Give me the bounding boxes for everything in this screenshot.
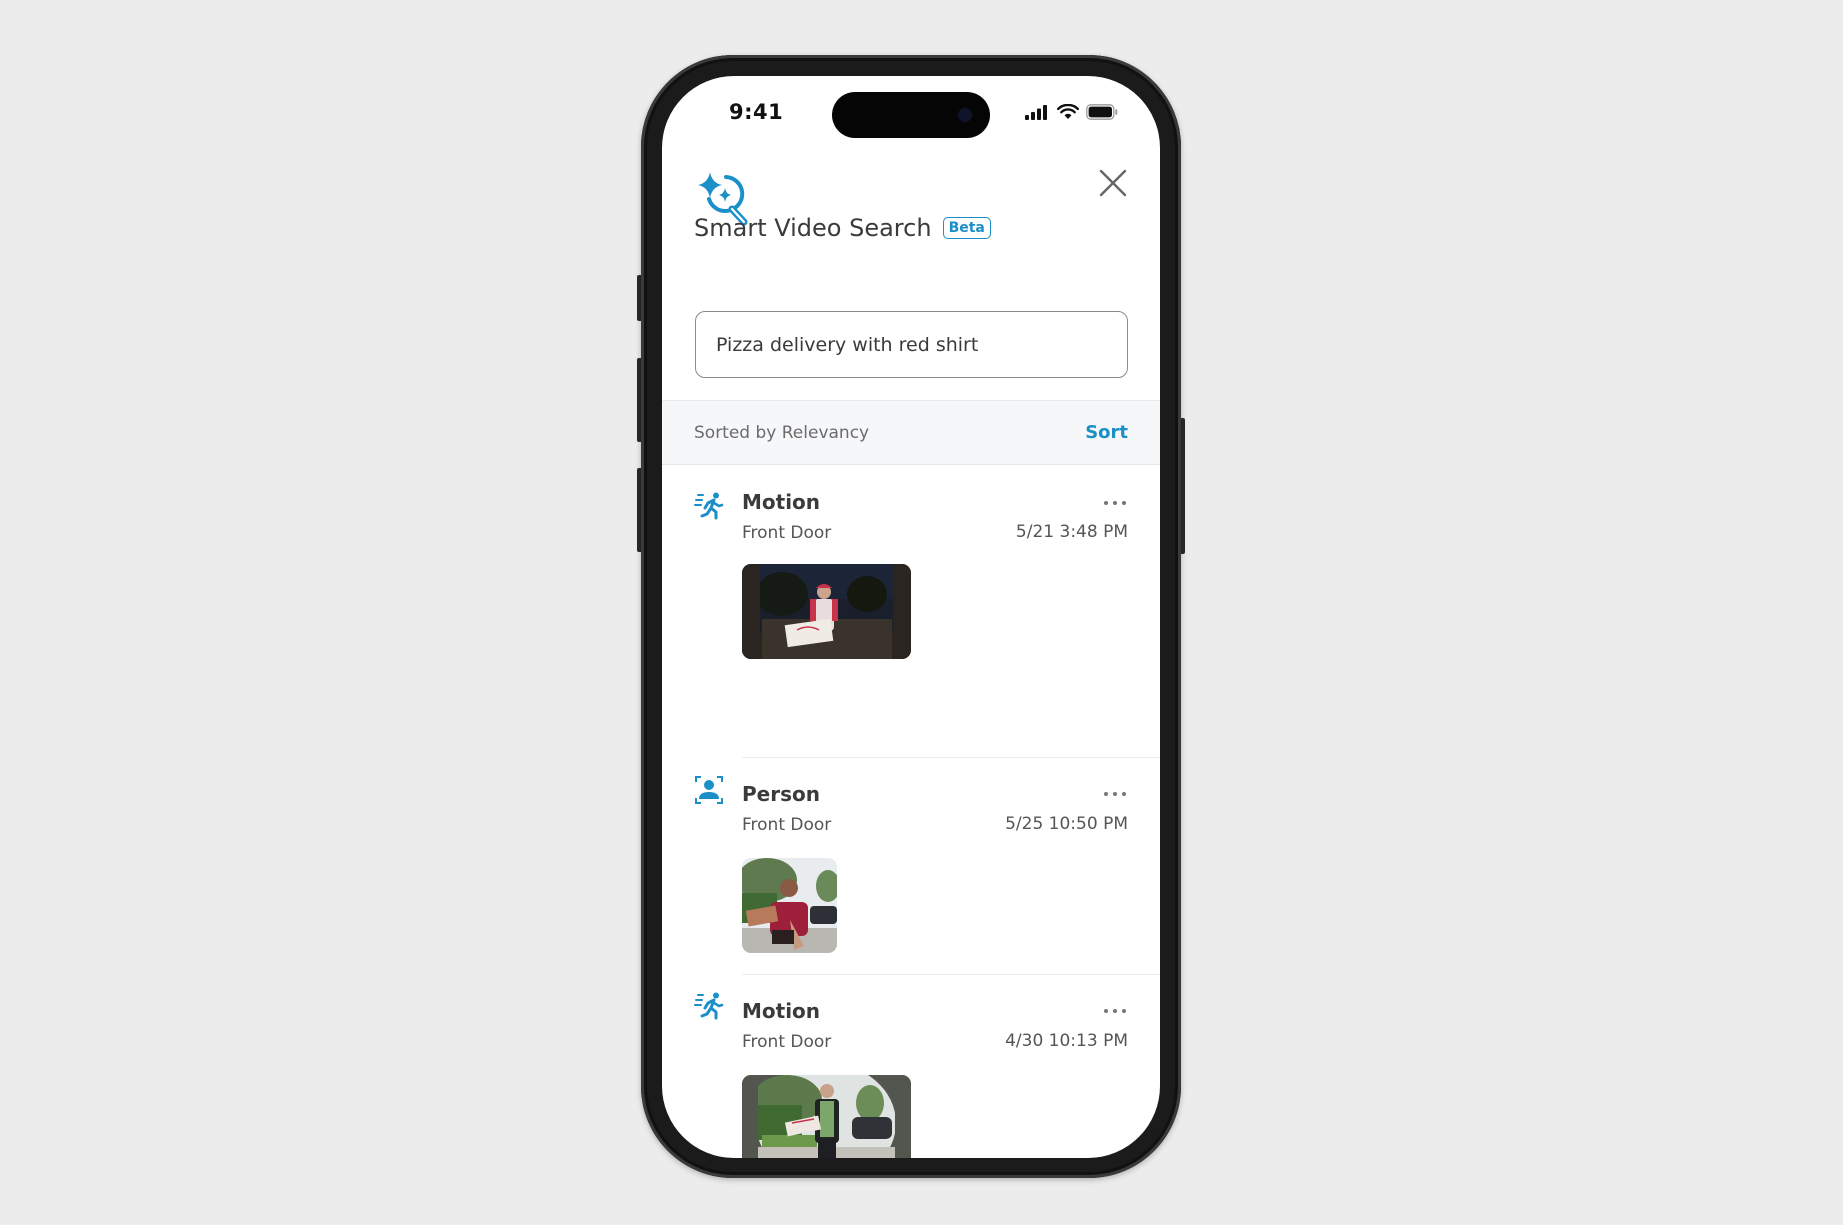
more-options-button[interactable]: [1104, 790, 1126, 798]
event-type: Motion: [742, 999, 821, 1023]
event-type: Person: [742, 782, 820, 806]
sort-bar: Sorted by Relevancy Sort: [662, 400, 1160, 465]
running-person-icon: [694, 492, 724, 520]
battery-icon: [1086, 104, 1118, 120]
camera-icon: [958, 108, 972, 122]
running-person-icon: [694, 992, 724, 1020]
beta-badge: Beta: [942, 217, 991, 239]
sort-button[interactable]: Sort: [1085, 422, 1128, 443]
event-timestamp: 5/21 3:48 PM: [1015, 522, 1128, 542]
phone-screen: 9:41 Smart Video Search Beta Pizza deliv…: [662, 76, 1160, 1158]
event-location: Front Door: [742, 1032, 832, 1052]
search-input[interactable]: Pizza delivery with red shirt: [695, 311, 1128, 378]
event-list-item[interactable]: Motion Front Door 4/30 10:13 PM: [662, 975, 1160, 1158]
person-detect-icon: [695, 776, 723, 804]
status-time: 9:41: [729, 100, 784, 124]
sort-label: Sorted by Relevancy: [694, 423, 870, 443]
more-options-button[interactable]: [1104, 1007, 1126, 1015]
event-location: Front Door: [742, 815, 832, 835]
event-list-item[interactable]: Motion Front Door 5/21 3:48 PM: [662, 476, 1160, 758]
more-options-button[interactable]: [1104, 499, 1126, 507]
close-button[interactable]: [1098, 168, 1128, 198]
event-thumbnail[interactable]: [742, 1075, 911, 1158]
event-type: Motion: [742, 490, 821, 514]
dynamic-island: [832, 92, 990, 138]
event-location: Front Door: [742, 523, 832, 543]
event-timestamp: 5/25 10:50 PM: [1005, 814, 1128, 834]
wifi-icon: [1057, 104, 1079, 119]
status-icons: [1025, 104, 1118, 120]
page-title: Smart Video Search: [694, 214, 932, 242]
event-thumbnail[interactable]: [742, 564, 911, 659]
signal-icon: [1025, 104, 1047, 120]
search-input-value: Pizza delivery with red shirt: [716, 333, 979, 356]
event-timestamp: 4/30 10:13 PM: [1005, 1031, 1128, 1051]
event-list-item[interactable]: Person Front Door 5/25 10:50 PM: [662, 758, 1160, 975]
event-thumbnail[interactable]: [742, 858, 837, 953]
page-title-row: Smart Video Search Beta: [694, 214, 991, 242]
